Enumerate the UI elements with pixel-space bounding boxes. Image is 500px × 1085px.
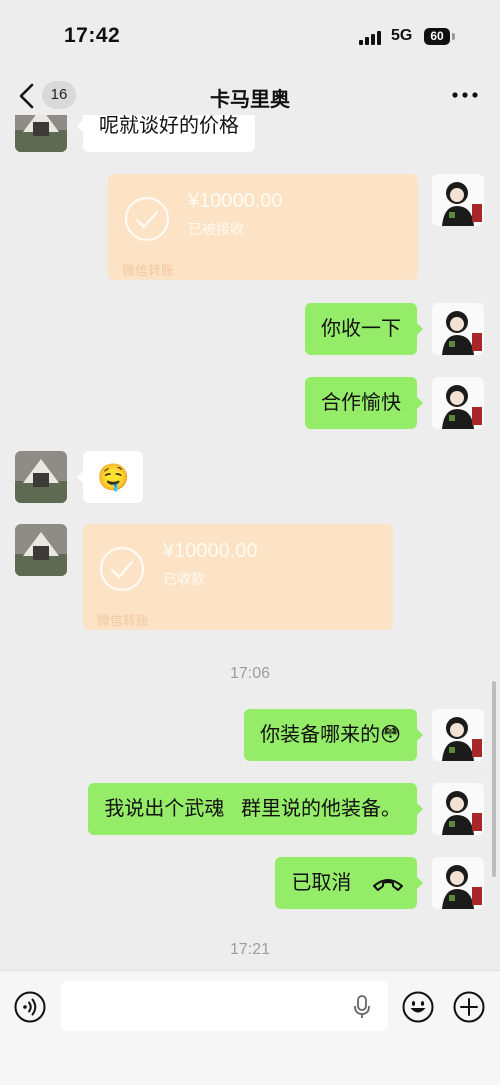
transfer-amount: ¥10000.00 bbox=[188, 190, 283, 212]
chat-header: 16 卡马里奥 bbox=[0, 72, 500, 120]
call-status-text: 已取消 bbox=[291, 872, 352, 894]
battery-icon: 60 bbox=[424, 28, 455, 45]
status-bar: 17:42 5G 60 bbox=[0, 0, 500, 72]
self-avatar[interactable] bbox=[432, 857, 484, 909]
voice-toggle-icon[interactable] bbox=[14, 991, 46, 1023]
message-bubble-outgoing[interactable]: 你装备哪来的😳 bbox=[244, 709, 423, 761]
self-avatar[interactable] bbox=[432, 303, 484, 355]
contact-avatar[interactable] bbox=[15, 115, 67, 152]
chat-title: 卡马里奥 bbox=[210, 89, 290, 111]
contact-avatar[interactable] bbox=[15, 524, 67, 576]
transfer-label: 微信转账 bbox=[122, 263, 175, 278]
message-bubble-outgoing[interactable]: 我说出个武魂 群里说的他装备。 bbox=[88, 783, 423, 835]
hang-up-phone-icon bbox=[373, 878, 403, 891]
cellular-signal-icon bbox=[359, 31, 381, 45]
call-cancelled-bubble[interactable]: 已取消 bbox=[275, 857, 423, 909]
message-input[interactable] bbox=[61, 981, 388, 1031]
self-avatar[interactable] bbox=[432, 783, 484, 835]
transfer-card-received[interactable]: ¥10000.00 已收款 微信转账 bbox=[83, 524, 393, 630]
status-time: 17:42 bbox=[64, 24, 121, 47]
plus-icon[interactable] bbox=[453, 991, 485, 1023]
message-bubble-outgoing[interactable]: 合作愉快 bbox=[305, 377, 423, 429]
timestamp: 17:21 bbox=[229, 941, 271, 958]
transfer-card-sent[interactable]: ¥10000.00 已被接收 微信转账 bbox=[108, 174, 418, 280]
self-avatar[interactable] bbox=[432, 174, 484, 226]
network-type: 5G bbox=[391, 27, 413, 44]
transfer-label: 微信转账 bbox=[97, 613, 150, 628]
message-bubble-incoming[interactable]: 🤤 bbox=[76, 451, 144, 503]
message-bubble-outgoing[interactable]: 你收一下 bbox=[305, 303, 423, 355]
transfer-status: 已收款 bbox=[163, 571, 205, 587]
contact-avatar[interactable] bbox=[15, 451, 67, 503]
transfer-amount: ¥10000.00 bbox=[163, 540, 258, 562]
self-avatar[interactable] bbox=[432, 709, 484, 761]
emoji-icon[interactable] bbox=[402, 991, 434, 1023]
scrollbar[interactable] bbox=[492, 681, 496, 877]
timestamp: 17:06 bbox=[229, 665, 271, 682]
input-bar bbox=[0, 970, 500, 1085]
more-options-icon[interactable] bbox=[452, 84, 478, 106]
transfer-status: 已被接收 bbox=[188, 221, 244, 237]
microphone-icon[interactable] bbox=[354, 995, 370, 1019]
check-circle-icon bbox=[124, 196, 170, 242]
message-list[interactable]: 呢就谈好的价格 ¥10000.00 已被接收 微信转账 你收一下 合作愉快 🤤 … bbox=[0, 115, 500, 970]
self-avatar[interactable] bbox=[432, 377, 484, 429]
check-circle-icon bbox=[99, 546, 145, 592]
message-bubble-incoming[interactable]: 呢就谈好的价格 bbox=[77, 115, 255, 152]
